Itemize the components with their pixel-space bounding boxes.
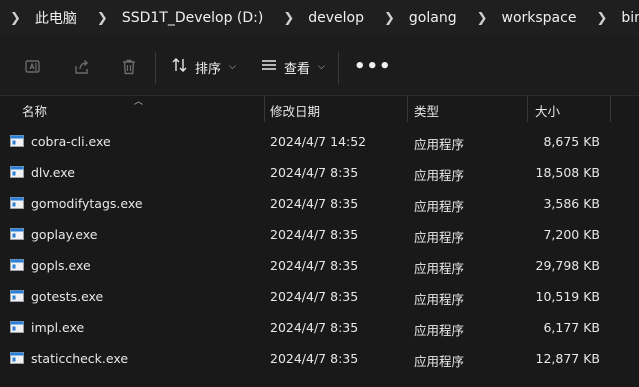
file-row[interactable]: goplay.exe 2024/4/7 8:35 应用程序 7,200 KB: [0, 219, 639, 250]
file-modified: 2024/4/7 8:35: [270, 258, 359, 273]
file-list: cobra-cli.exe 2024/4/7 14:52 应用程序 8,675 …: [0, 126, 639, 374]
file-size: 8,675 KB: [543, 134, 600, 149]
file-row[interactable]: dlv.exe 2024/4/7 8:35 应用程序 18,508 KB: [0, 157, 639, 188]
sort-icon: [171, 57, 189, 77]
file-size: 7,200 KB: [543, 227, 600, 242]
file-modified: 2024/4/7 8:35: [270, 289, 359, 304]
file-row[interactable]: gopls.exe 2024/4/7 8:35 应用程序 29,798 KB: [0, 250, 639, 281]
more-options-button[interactable]: •••: [354, 56, 392, 77]
share-icon[interactable]: [72, 57, 92, 77]
file-row[interactable]: staticcheck.exe 2024/4/7 8:35 应用程序 12,87…: [0, 343, 639, 374]
view-button[interactable]: 查看 ⌵: [260, 55, 325, 79]
file-name: cobra-cli.exe: [31, 134, 111, 149]
file-modified: 2024/4/7 8:35: [270, 227, 359, 242]
file-type: 应用程序: [414, 230, 465, 245]
column-name-header[interactable]: 名称: [22, 101, 47, 120]
file-name: gotests.exe: [31, 289, 104, 304]
file-type: 应用程序: [414, 323, 465, 338]
file-name: gomodifytags.exe: [31, 196, 143, 211]
exe-file-icon: [10, 135, 24, 147]
file-modified: 2024/4/7 8:35: [270, 351, 359, 366]
chevron-right-icon[interactable]: ❯: [83, 11, 116, 26]
file-size: 29,798 KB: [535, 258, 600, 273]
toolbar-divider: [155, 52, 156, 84]
file-row[interactable]: cobra-cli.exe 2024/4/7 14:52 应用程序 8,675 …: [0, 126, 639, 157]
exe-file-icon: [10, 228, 24, 240]
exe-file-icon: [10, 352, 24, 364]
breadcrumb-item-bin[interactable]: bin: [615, 10, 639, 26]
file-size: 18,508 KB: [535, 165, 600, 180]
file-name: goplay.exe: [31, 227, 98, 242]
file-row[interactable]: gotests.exe 2024/4/7 8:35 应用程序 10,519 KB: [0, 281, 639, 312]
file-size: 12,877 KB: [535, 351, 600, 366]
file-type: 应用程序: [414, 292, 465, 307]
file-row[interactable]: impl.exe 2024/4/7 8:35 应用程序 6,177 KB: [0, 312, 639, 343]
chevron-down-icon: ⌵: [318, 62, 325, 72]
column-header: ︿ 名称 修改日期 类型 大小: [0, 96, 639, 122]
column-modified-header[interactable]: 修改日期: [270, 101, 320, 120]
column-type-header[interactable]: 类型: [414, 101, 439, 120]
view-icon: [260, 57, 278, 77]
file-row[interactable]: gomodifytags.exe 2024/4/7 8:35 应用程序 3,58…: [0, 188, 639, 219]
sort-caret-icon: ︿: [134, 97, 144, 107]
breadcrumb-item-workspace[interactable]: workspace: [496, 10, 583, 26]
column-separator[interactable]: [407, 96, 408, 122]
exe-file-icon: [10, 197, 24, 209]
file-modified: 2024/4/7 14:52: [270, 134, 367, 149]
file-type: 应用程序: [414, 354, 465, 369]
breadcrumb-item-drive[interactable]: SSD1T_Develop (D:): [116, 10, 270, 26]
breadcrumb-item-this-pc[interactable]: 此电脑: [29, 8, 83, 28]
chevron-right-icon[interactable]: ❯: [463, 11, 496, 26]
file-type: 应用程序: [414, 168, 465, 183]
chevron-right-icon[interactable]: ❯: [582, 11, 615, 26]
exe-file-icon: [10, 290, 24, 302]
file-size: 6,177 KB: [543, 320, 600, 335]
exe-file-icon: [10, 259, 24, 271]
column-separator[interactable]: [264, 96, 265, 122]
file-name: gopls.exe: [31, 258, 91, 273]
exe-file-icon: [10, 166, 24, 178]
exe-file-icon: [10, 321, 24, 333]
sort-label: 排序: [195, 61, 222, 77]
file-size: 3,586 KB: [543, 196, 600, 211]
rename-icon[interactable]: [23, 57, 43, 77]
breadcrumb: ❯ 此电脑 ❯ SSD1T_Develop (D:) ❯ develop ❯ g…: [0, 0, 639, 36]
chevron-right-icon[interactable]: ❯: [269, 11, 302, 26]
breadcrumb-item-golang[interactable]: golang: [403, 10, 463, 26]
file-type: 应用程序: [414, 199, 465, 214]
column-separator[interactable]: [610, 96, 611, 122]
sort-button[interactable]: 排序 ⌵: [171, 55, 236, 79]
file-name: staticcheck.exe: [31, 351, 129, 366]
file-name: impl.exe: [31, 320, 85, 335]
chevron-right-icon[interactable]: ❯: [0, 11, 29, 26]
chevron-down-icon: ⌵: [229, 62, 236, 72]
column-size-header[interactable]: 大小: [535, 101, 560, 120]
file-modified: 2024/4/7 8:35: [270, 165, 359, 180]
file-modified: 2024/4/7 8:35: [270, 196, 359, 211]
delete-icon[interactable]: [119, 57, 139, 77]
file-type: 应用程序: [414, 261, 465, 276]
column-separator[interactable]: [527, 96, 528, 122]
chevron-right-icon[interactable]: ❯: [370, 11, 403, 26]
breadcrumb-item-develop[interactable]: develop: [302, 10, 370, 26]
view-label: 查看: [284, 61, 311, 77]
file-type: 应用程序: [414, 137, 465, 152]
file-modified: 2024/4/7 8:35: [270, 320, 359, 335]
file-name: dlv.exe: [31, 165, 75, 180]
file-size: 10,519 KB: [535, 289, 600, 304]
command-bar: 排序 ⌵ 查看 ⌵ •••: [0, 36, 639, 96]
toolbar-divider: [338, 52, 339, 84]
